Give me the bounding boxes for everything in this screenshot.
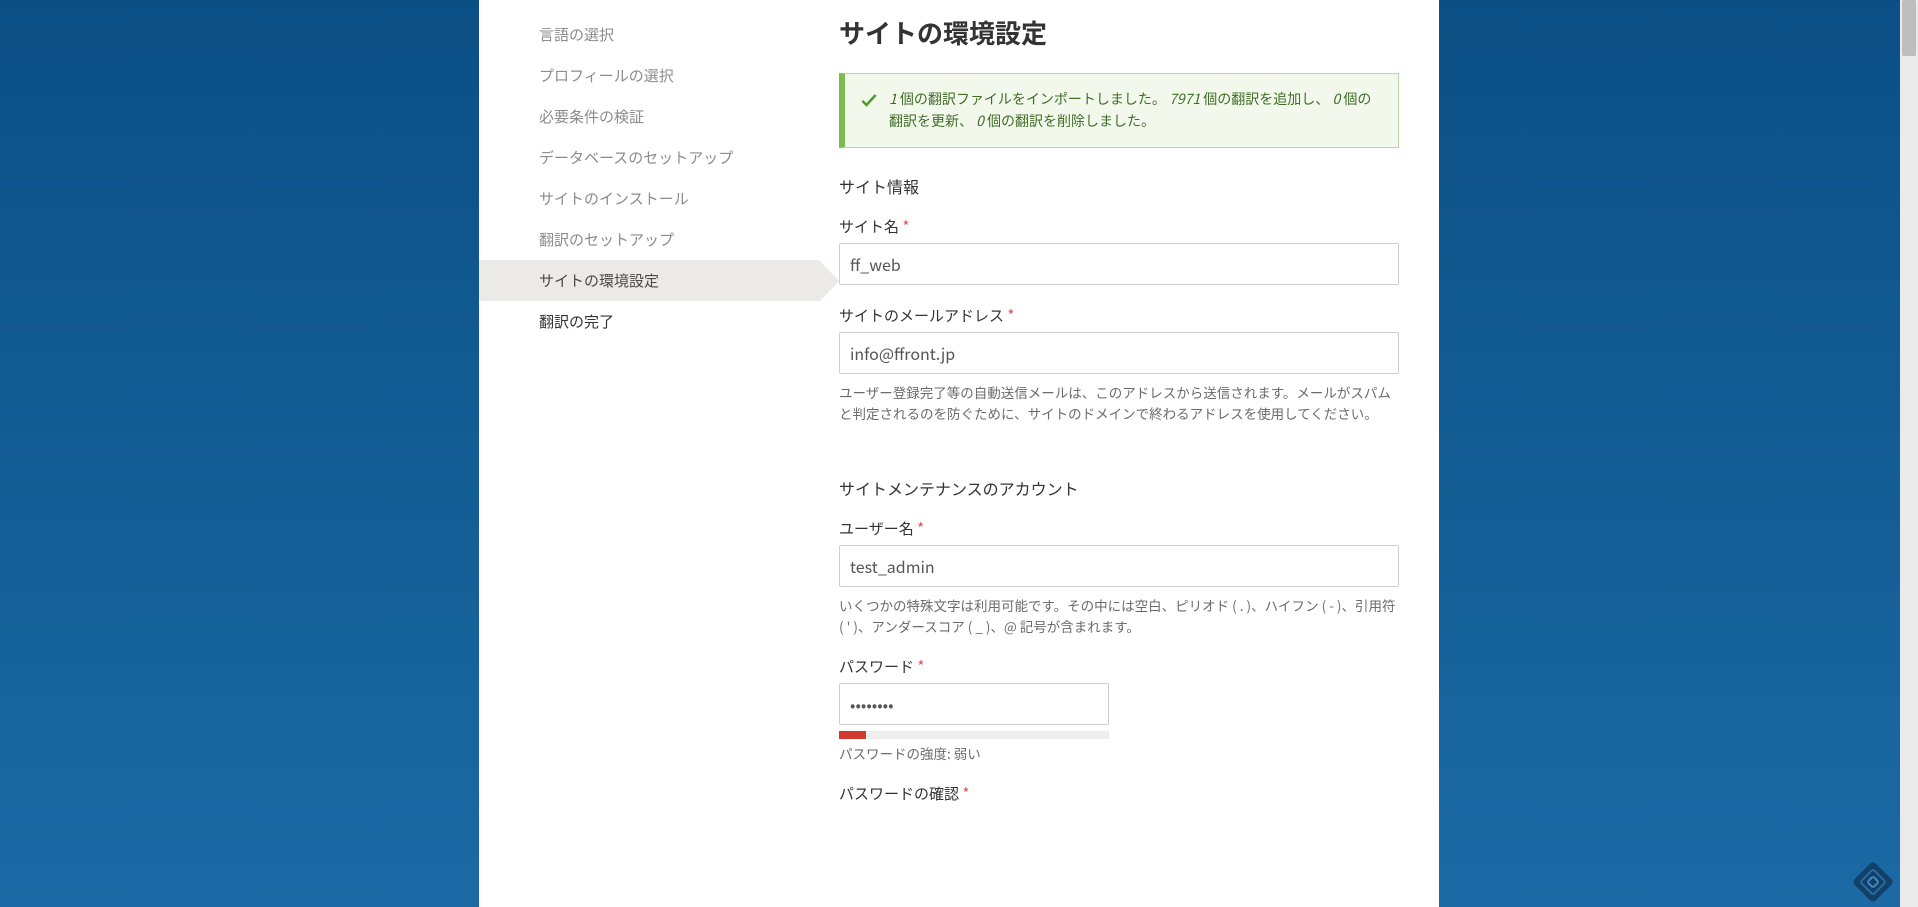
step-5: 翻訳のセットアップ (479, 219, 819, 260)
field-password: パスワード * パスワードの強度: 弱い (839, 656, 1399, 763)
content-card: 言語の選択プロフィールの選択必要条件の検証データベースのセットアップサイトのイン… (479, 0, 1439, 907)
step-7: 翻訳の完了 (479, 301, 819, 342)
password-strength-meter (839, 731, 1109, 739)
corner-logo-icon (1852, 861, 1894, 903)
label-site-email: サイトのメールアドレス * (839, 305, 1399, 326)
label-password: パスワード * (839, 656, 1399, 677)
password-strength-bar (839, 731, 866, 739)
required-marker: * (917, 518, 924, 539)
check-icon (859, 90, 879, 110)
help-username: いくつかの特殊文字は利用可能です。その中には空白、ピリオド ( . )、ハイフン… (839, 595, 1399, 637)
field-password-confirm: パスワードの確認 * (839, 783, 1399, 804)
field-username: ユーザー名 * いくつかの特殊文字は利用可能です。その中には空白、ピリオド ( … (839, 518, 1399, 637)
input-username[interactable] (839, 545, 1399, 587)
vertical-scrollbar[interactable]: ▲ (1900, 0, 1918, 907)
scrollbar-thumb[interactable] (1902, 0, 1916, 56)
app-frame: 言語の選択プロフィールの選択必要条件の検証データベースのセットアップサイトのイン… (0, 0, 1918, 907)
field-site-name: サイト名 * (839, 216, 1399, 285)
install-steps-sidebar: 言語の選択プロフィールの選択必要条件の検証データベースのセットアップサイトのイン… (479, 0, 819, 907)
required-marker: * (917, 656, 924, 677)
step-0: 言語の選択 (479, 14, 819, 55)
main-panel: サイトの環境設定 1 個の翻訳ファイルをインポートしました。 7971 個の翻訳… (819, 0, 1439, 907)
step-1: プロフィールの選択 (479, 55, 819, 96)
page-title: サイトの環境設定 (839, 14, 1399, 51)
status-message-success: 1 個の翻訳ファイルをインポートしました。 7971 個の翻訳を追加し、 0 個… (839, 73, 1399, 148)
message-text: 1 個の翻訳ファイルをインポートしました。 7971 個の翻訳を追加し、 0 個… (889, 89, 1371, 131)
required-marker: * (962, 783, 969, 804)
input-site-email[interactable] (839, 332, 1399, 374)
step-3: データベースのセットアップ (479, 137, 819, 178)
section-site-info: サイト情報 (839, 174, 1399, 198)
field-site-email: サイトのメールアドレス * ユーザー登録完了等の自動送信メールは、このアドレスか… (839, 305, 1399, 424)
input-site-name[interactable] (839, 243, 1399, 285)
label-password-confirm: パスワードの確認 * (839, 783, 1399, 804)
password-strength-text: パスワードの強度: 弱い (839, 743, 1399, 763)
step-6: サイトの環境設定 (479, 260, 819, 301)
section-maintenance-account: サイトメンテナンスのアカウント (839, 476, 1399, 500)
step-2: 必要条件の検証 (479, 96, 819, 137)
required-marker: * (1007, 305, 1014, 326)
required-marker: * (902, 216, 909, 237)
input-password[interactable] (839, 683, 1109, 725)
label-username: ユーザー名 * (839, 518, 1399, 539)
label-site-name: サイト名 * (839, 216, 1399, 237)
step-4: サイトのインストール (479, 178, 819, 219)
help-site-email: ユーザー登録完了等の自動送信メールは、このアドレスから送信されます。メールがスパ… (839, 382, 1399, 424)
